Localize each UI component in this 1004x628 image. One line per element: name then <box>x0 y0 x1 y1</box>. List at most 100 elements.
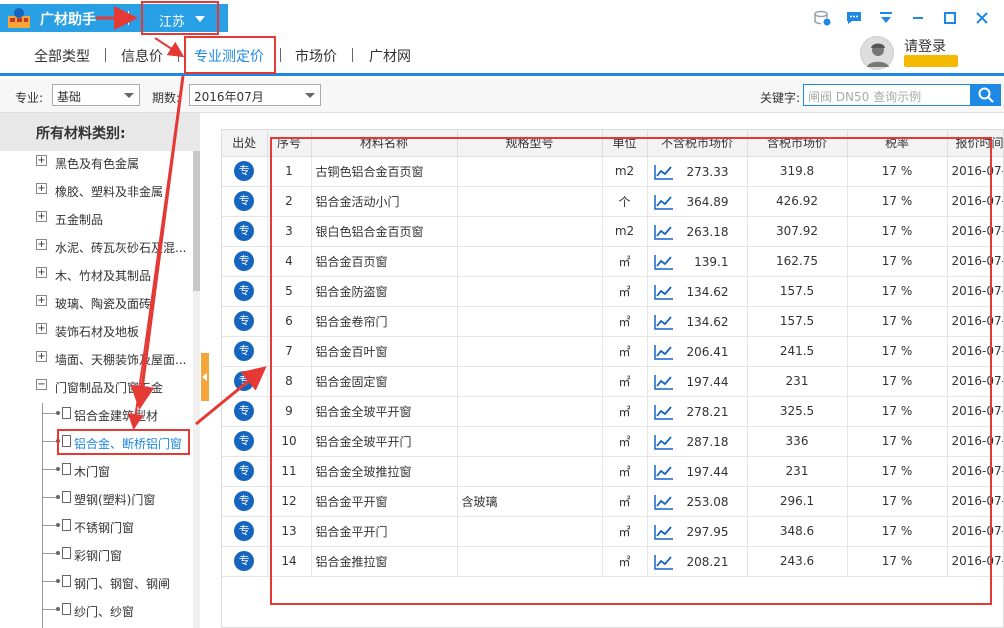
trend-chart-icon[interactable] <box>653 464 674 480</box>
tree-category[interactable]: + 玻璃、陶瓷及面砖 <box>0 288 194 316</box>
tree-category[interactable]: + 橡胶、塑料及非金属 <box>0 176 194 204</box>
source-cell[interactable]: 专 <box>222 186 268 217</box>
trend-chart-icon[interactable] <box>653 404 674 420</box>
expand-icon[interactable]: + <box>36 295 47 306</box>
close-icon[interactable] <box>972 8 992 28</box>
source-badge[interactable]: 专 <box>234 461 255 481</box>
column-header[interactable]: 序号 <box>267 130 312 157</box>
source-badge[interactable]: 专 <box>234 491 255 511</box>
tree-category[interactable]: + 墙面、天棚装饰及屋面... <box>0 344 194 372</box>
table-row[interactable]: 专 4 铝合金百页窗 ㎡ 139.1 162.75 17 % 2016-07- <box>222 246 1003 277</box>
tree-category-expanded[interactable]: − 门窗制品及门窗五金 <box>0 372 194 400</box>
trend-chart-icon[interactable] <box>653 434 674 450</box>
source-badge[interactable]: 专 <box>234 431 255 451</box>
collapse-icon[interactable]: − <box>36 379 47 390</box>
trend-chart-icon[interactable] <box>653 224 674 240</box>
trend-chart-icon[interactable] <box>653 374 674 390</box>
trend-chart-icon[interactable] <box>653 194 674 210</box>
expand-icon[interactable]: + <box>36 239 47 250</box>
expand-icon[interactable]: + <box>36 183 47 194</box>
source-cell[interactable]: 专 <box>222 516 268 547</box>
expand-icon[interactable]: + <box>36 267 47 278</box>
search-button[interactable] <box>971 84 1001 106</box>
trend-chart-icon[interactable] <box>653 344 674 360</box>
login-area[interactable]: 请登录 <box>860 36 960 72</box>
tree-category[interactable]: + 黑色及有色金属 <box>0 148 194 176</box>
source-cell[interactable]: 专 <box>222 306 268 337</box>
tab-material-site[interactable]: 广材网 <box>369 46 411 66</box>
source-badge[interactable]: 专 <box>234 521 255 541</box>
sidebar-collapse-handle[interactable] <box>201 353 209 401</box>
table-row[interactable]: 专 14 铝合金推拉窗 ㎡ 208.21 243.6 17 % 2016-07- <box>222 546 1003 577</box>
tab-info-price[interactable]: 信息价 <box>121 46 163 66</box>
source-cell[interactable]: 专 <box>222 246 268 277</box>
source-cell[interactable]: 专 <box>222 336 268 367</box>
table-row[interactable]: 专 2 铝合金活动小门 个 364.89 426.92 17 % 2016-07- <box>222 186 1003 217</box>
expand-icon[interactable]: + <box>36 351 47 362</box>
source-cell[interactable]: 专 <box>222 366 268 397</box>
column-header[interactable]: 不含税市场价 <box>647 130 748 157</box>
source-badge[interactable]: 专 <box>234 341 255 361</box>
source-cell[interactable]: 专 <box>222 216 268 247</box>
table-row[interactable]: 专 6 铝合金卷帘门 ㎡ 134.62 157.5 17 % 2016-07- <box>222 306 1003 337</box>
source-badge[interactable]: 专 <box>234 551 255 571</box>
table-row[interactable]: 专 11 铝合金全玻推拉窗 ㎡ 197.44 231 17 % 2016-07- <box>222 456 1003 487</box>
table-row[interactable]: 专 10 铝合金全玻平开门 ㎡ 287.18 336 17 % 2016-07- <box>222 426 1003 457</box>
major-select[interactable]: 基础 <box>52 84 140 106</box>
trend-chart-icon[interactable] <box>653 284 674 300</box>
region-selector[interactable]: 江苏 <box>141 1 219 35</box>
trend-chart-icon[interactable] <box>653 494 674 510</box>
trend-chart-icon[interactable] <box>653 164 674 180</box>
source-cell[interactable]: 专 <box>222 546 268 577</box>
tree-leaf[interactable]: 钢门、钢窗、钢闸 <box>0 568 194 596</box>
source-badge[interactable]: 专 <box>234 161 255 181</box>
expand-icon[interactable]: + <box>36 211 47 222</box>
source-badge[interactable]: 专 <box>234 281 255 301</box>
sidebar-scroll-thumb[interactable] <box>193 151 200 291</box>
login-link[interactable]: 请登录 <box>904 36 946 56</box>
source-badge[interactable]: 专 <box>234 251 255 271</box>
tree-leaf[interactable]: 铝合金建筑型材 <box>0 400 194 428</box>
avatar[interactable] <box>860 36 894 70</box>
table-row[interactable]: 专 13 铝合金平开门 ㎡ 297.95 348.6 17 % 2016-07- <box>222 516 1003 547</box>
column-header[interactable]: 含税市场价 <box>747 130 848 157</box>
source-badge[interactable]: 专 <box>234 371 255 391</box>
source-cell[interactable]: 专 <box>222 426 268 457</box>
tree-leaf[interactable]: 塑钢(塑料)门窗 <box>0 484 194 512</box>
source-cell[interactable]: 专 <box>222 396 268 427</box>
source-badge[interactable]: 专 <box>234 191 255 211</box>
source-badge[interactable]: 专 <box>234 401 255 421</box>
tree-leaf[interactable]: 不锈钢门窗 <box>0 512 194 540</box>
table-row[interactable]: 专 5 铝合金防盗窗 ㎡ 134.62 157.5 17 % 2016-07- <box>222 276 1003 307</box>
tree-category[interactable]: + 装饰石材及地板 <box>0 316 194 344</box>
source-cell[interactable]: 专 <box>222 156 268 187</box>
database-icon[interactable] <box>812 8 832 28</box>
table-row[interactable]: 专 12 铝合金平开窗 含玻璃㎡ 253.08 296.1 17 % 2016-07- <box>222 486 1003 517</box>
tab-professional-price[interactable]: 专业测定价 <box>194 46 264 66</box>
tree-category[interactable]: + 木、竹材及其制品 <box>0 260 194 288</box>
source-cell[interactable]: 专 <box>222 486 268 517</box>
period-select[interactable]: 2016年07月 <box>189 84 321 106</box>
trend-chart-icon[interactable] <box>653 524 674 540</box>
tree-leaf[interactable]: 木门窗 <box>0 456 194 484</box>
maximize-icon[interactable] <box>940 8 960 28</box>
table-row[interactable]: 专 3 银白色铝合金百页窗 m2 263.18 307.92 17 % 2016-07- <box>222 216 1003 247</box>
table-row[interactable]: 专 9 铝合金全玻平开窗 ㎡ 278.21 325.5 17 % 2016-07- <box>222 396 1003 427</box>
trend-chart-icon[interactable] <box>653 314 674 330</box>
tab-market-price[interactable]: 市场价 <box>295 46 337 66</box>
table-row[interactable]: 专 1 古铜色铝合金百页窗 m2 273.33 319.8 17 % 2016-07- <box>222 156 1003 187</box>
table-row[interactable]: 专 7 铝合金百叶窗 ㎡ 206.41 241.5 17 % 2016-07- <box>222 336 1003 367</box>
expand-icon[interactable]: + <box>36 323 47 334</box>
source-cell[interactable]: 专 <box>222 276 268 307</box>
column-header[interactable]: 出处 <box>222 130 268 157</box>
column-header[interactable]: 税率 <box>847 130 948 157</box>
message-icon[interactable] <box>844 8 864 28</box>
trend-chart-icon[interactable] <box>653 254 674 270</box>
tree-category[interactable]: + 五金制品 <box>0 204 194 232</box>
source-badge[interactable]: 专 <box>234 311 255 331</box>
column-header[interactable]: 报价时间 <box>947 130 1003 157</box>
source-badge[interactable]: 专 <box>234 221 255 241</box>
minimize-icon[interactable] <box>908 8 928 28</box>
column-header[interactable]: 规格型号 <box>457 130 603 157</box>
tree-leaf[interactable]: 彩钢门窗 <box>0 540 194 568</box>
